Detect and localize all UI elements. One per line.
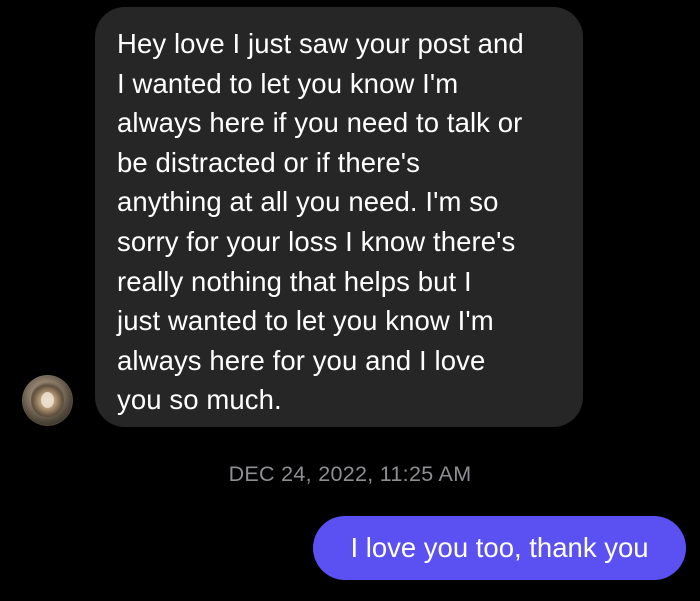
outgoing-message-text: I love you too, thank you [350,532,649,563]
message-timestamp: DEC 24, 2022, 11:25 AM [228,462,472,486]
incoming-message-text: Hey love I just saw your post and I want… [117,28,524,416]
incoming-message-bubble[interactable]: Hey love I just saw your post and I want… [95,7,583,427]
outgoing-message-bubble[interactable]: I love you too, thank you [313,516,686,580]
avatar-photo-face [41,392,54,408]
sender-avatar[interactable] [22,375,73,426]
message-thread: Hey love I just saw your post and I want… [0,0,700,601]
